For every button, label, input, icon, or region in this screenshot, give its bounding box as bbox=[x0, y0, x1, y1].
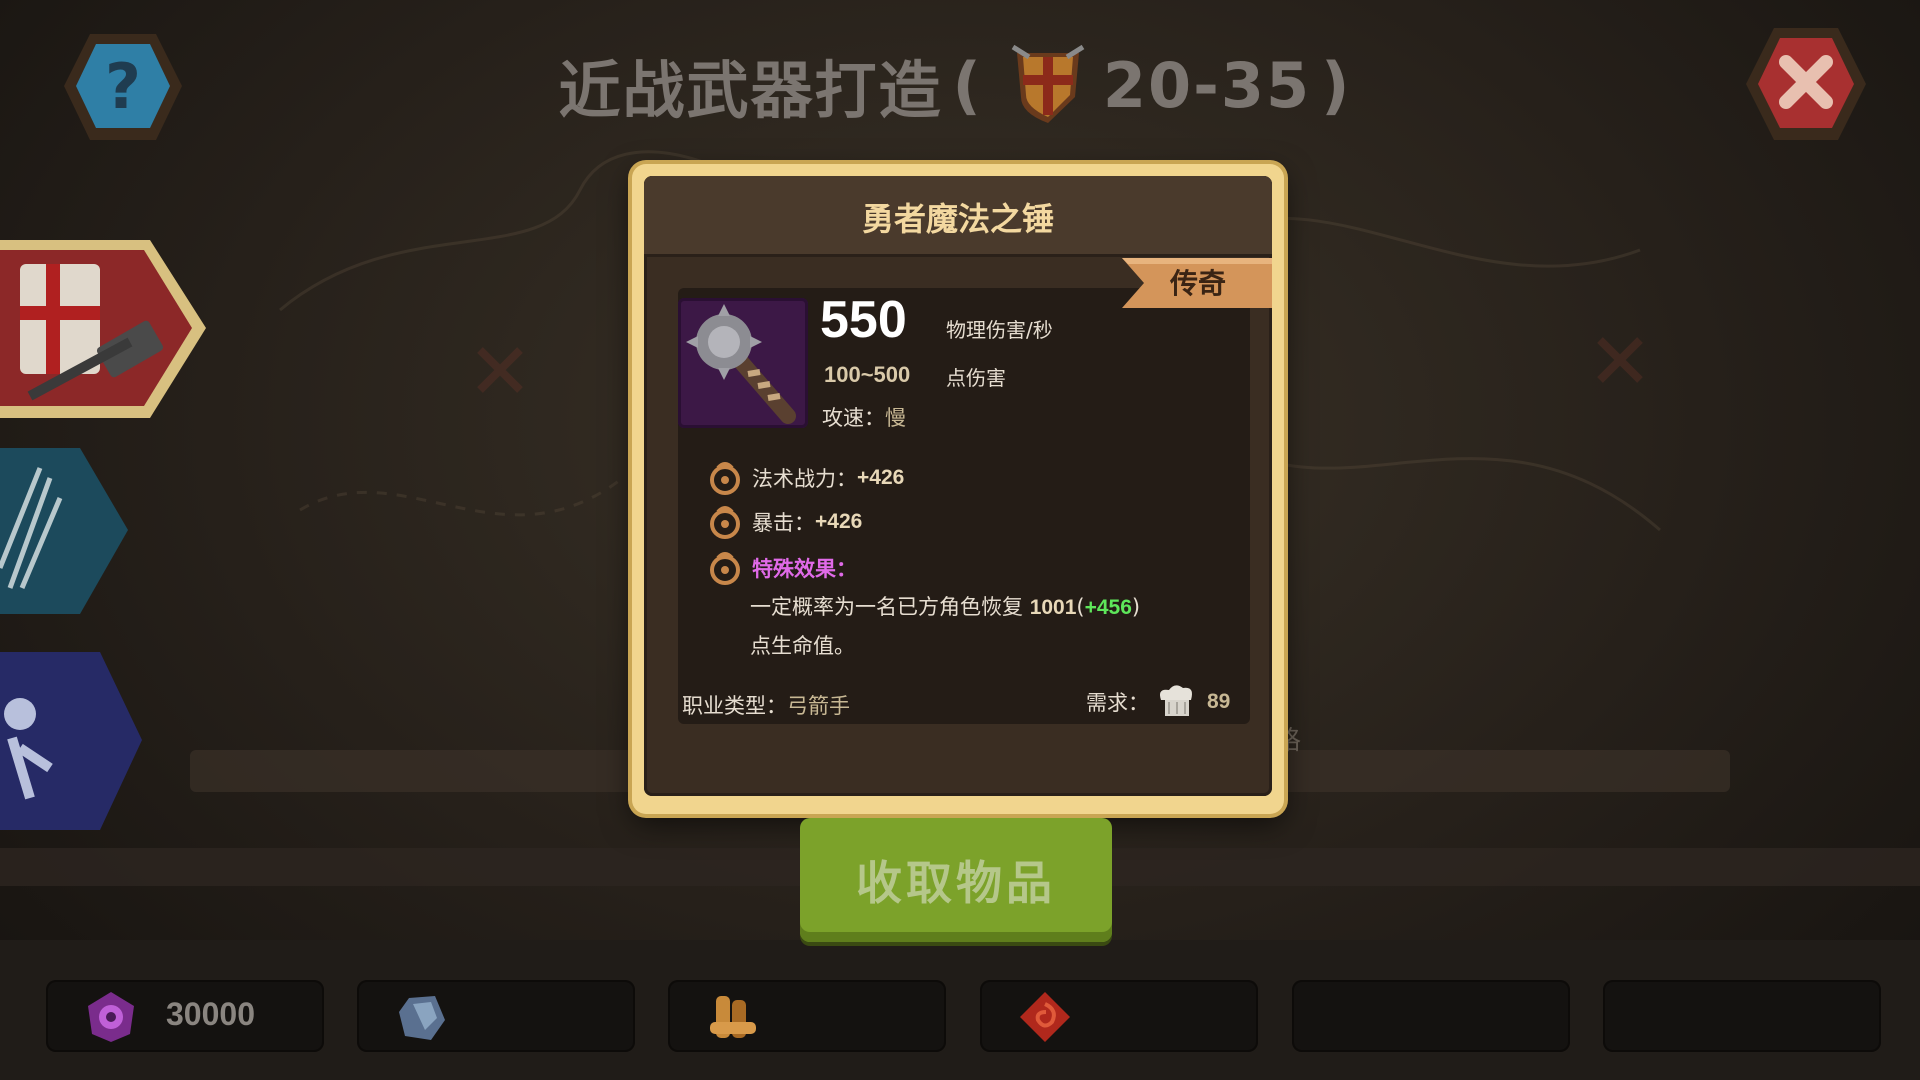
class-type-label: 职业类型： bbox=[682, 694, 787, 718]
stat-value: +426 bbox=[857, 466, 905, 489]
chef-hat-icon bbox=[1160, 685, 1192, 716]
special-desc-prefix: 一定概率为一名已方角色恢复 bbox=[750, 595, 1023, 619]
stat-bullet-icon bbox=[710, 506, 740, 539]
tab-ranged-weapons[interactable] bbox=[0, 438, 210, 624]
blue-ore-icon bbox=[399, 996, 445, 1040]
wood-icon bbox=[710, 996, 756, 1038]
tab-magic-weapons[interactable] bbox=[0, 648, 210, 834]
damage-range: 100~500 bbox=[824, 362, 911, 387]
special-effect-description: 一定概率为一名已方角色恢复 1001(+456) 点生命值。 bbox=[750, 588, 1220, 665]
title-text: 近战武器打造 bbox=[558, 54, 943, 127]
special-desc-suffix: 点生命值。 bbox=[750, 634, 855, 658]
dps-label: 物理伤害/秒 bbox=[946, 318, 1053, 342]
attack-speed: 攻速：慢 bbox=[822, 402, 906, 432]
resource-value: 30000 bbox=[166, 996, 255, 1032]
screen-title: 近战武器打造 ( 20-35 ) bbox=[0, 30, 1920, 140]
title-paren-close: ) bbox=[1321, 48, 1352, 122]
attack-speed-label: 攻速： bbox=[822, 406, 885, 430]
resource-slot-purple-gem: 30000 bbox=[46, 980, 324, 1052]
resource-slot-rune bbox=[980, 980, 1258, 1052]
requirement-label: 需求： bbox=[1086, 691, 1149, 715]
special-base-value: 1001 bbox=[1029, 596, 1077, 619]
red-rune-icon bbox=[1020, 992, 1070, 1042]
level-range: 20-35 bbox=[1102, 48, 1312, 122]
resource-slot-empty bbox=[1292, 980, 1570, 1052]
dialog-header: 勇者魔法之锤 bbox=[644, 176, 1272, 257]
stat-row-spell-power: 法术战力： +426 bbox=[708, 460, 904, 496]
level-shield-icon bbox=[1011, 44, 1085, 123]
special-effect-label: 特殊效果： bbox=[752, 557, 857, 581]
special-bonus-value: +456 bbox=[1084, 596, 1132, 619]
requirement: 需求： 89 bbox=[1086, 682, 1230, 722]
collect-item-button[interactable]: 收取物品 bbox=[800, 818, 1112, 942]
class-type-value: 弓箭手 bbox=[787, 694, 850, 718]
item-name: 勇者魔法之锤 bbox=[861, 200, 1054, 238]
stat-row-critical: 暴击： +426 bbox=[708, 504, 862, 540]
stat-value: +426 bbox=[815, 510, 863, 533]
resource-slot-empty bbox=[1603, 980, 1881, 1052]
purple-gem-icon bbox=[88, 992, 134, 1042]
requirement-value: 89 bbox=[1207, 690, 1231, 713]
special-close-paren: ) bbox=[1131, 595, 1141, 619]
svg-text:?: ? bbox=[105, 50, 141, 123]
stat-bullet-icon bbox=[710, 552, 740, 585]
dps-value: 550 bbox=[820, 291, 907, 349]
mace-icon bbox=[686, 304, 796, 424]
stat-bullet-icon bbox=[710, 462, 740, 495]
resource-slot-wood bbox=[668, 980, 946, 1052]
class-type: 职业类型：弓箭手 bbox=[682, 690, 850, 720]
title-paren-open: ( bbox=[952, 48, 983, 122]
attack-speed-value: 慢 bbox=[885, 406, 906, 430]
item-icon-slot bbox=[678, 298, 808, 428]
stat-label: 法术战力： bbox=[752, 467, 857, 491]
resource-slot-ore bbox=[357, 980, 635, 1052]
tab-melee-weapons[interactable] bbox=[0, 236, 210, 422]
help-button[interactable]: ? bbox=[60, 28, 186, 146]
stat-row-special: 特殊效果： bbox=[708, 550, 857, 586]
damage-label: 点伤害 bbox=[946, 366, 1006, 390]
stat-label: 暴击： bbox=[752, 511, 815, 535]
rarity-label: 传奇 bbox=[1170, 267, 1227, 300]
special-open-paren: ( bbox=[1076, 595, 1085, 619]
close-button[interactable] bbox=[1742, 22, 1870, 146]
